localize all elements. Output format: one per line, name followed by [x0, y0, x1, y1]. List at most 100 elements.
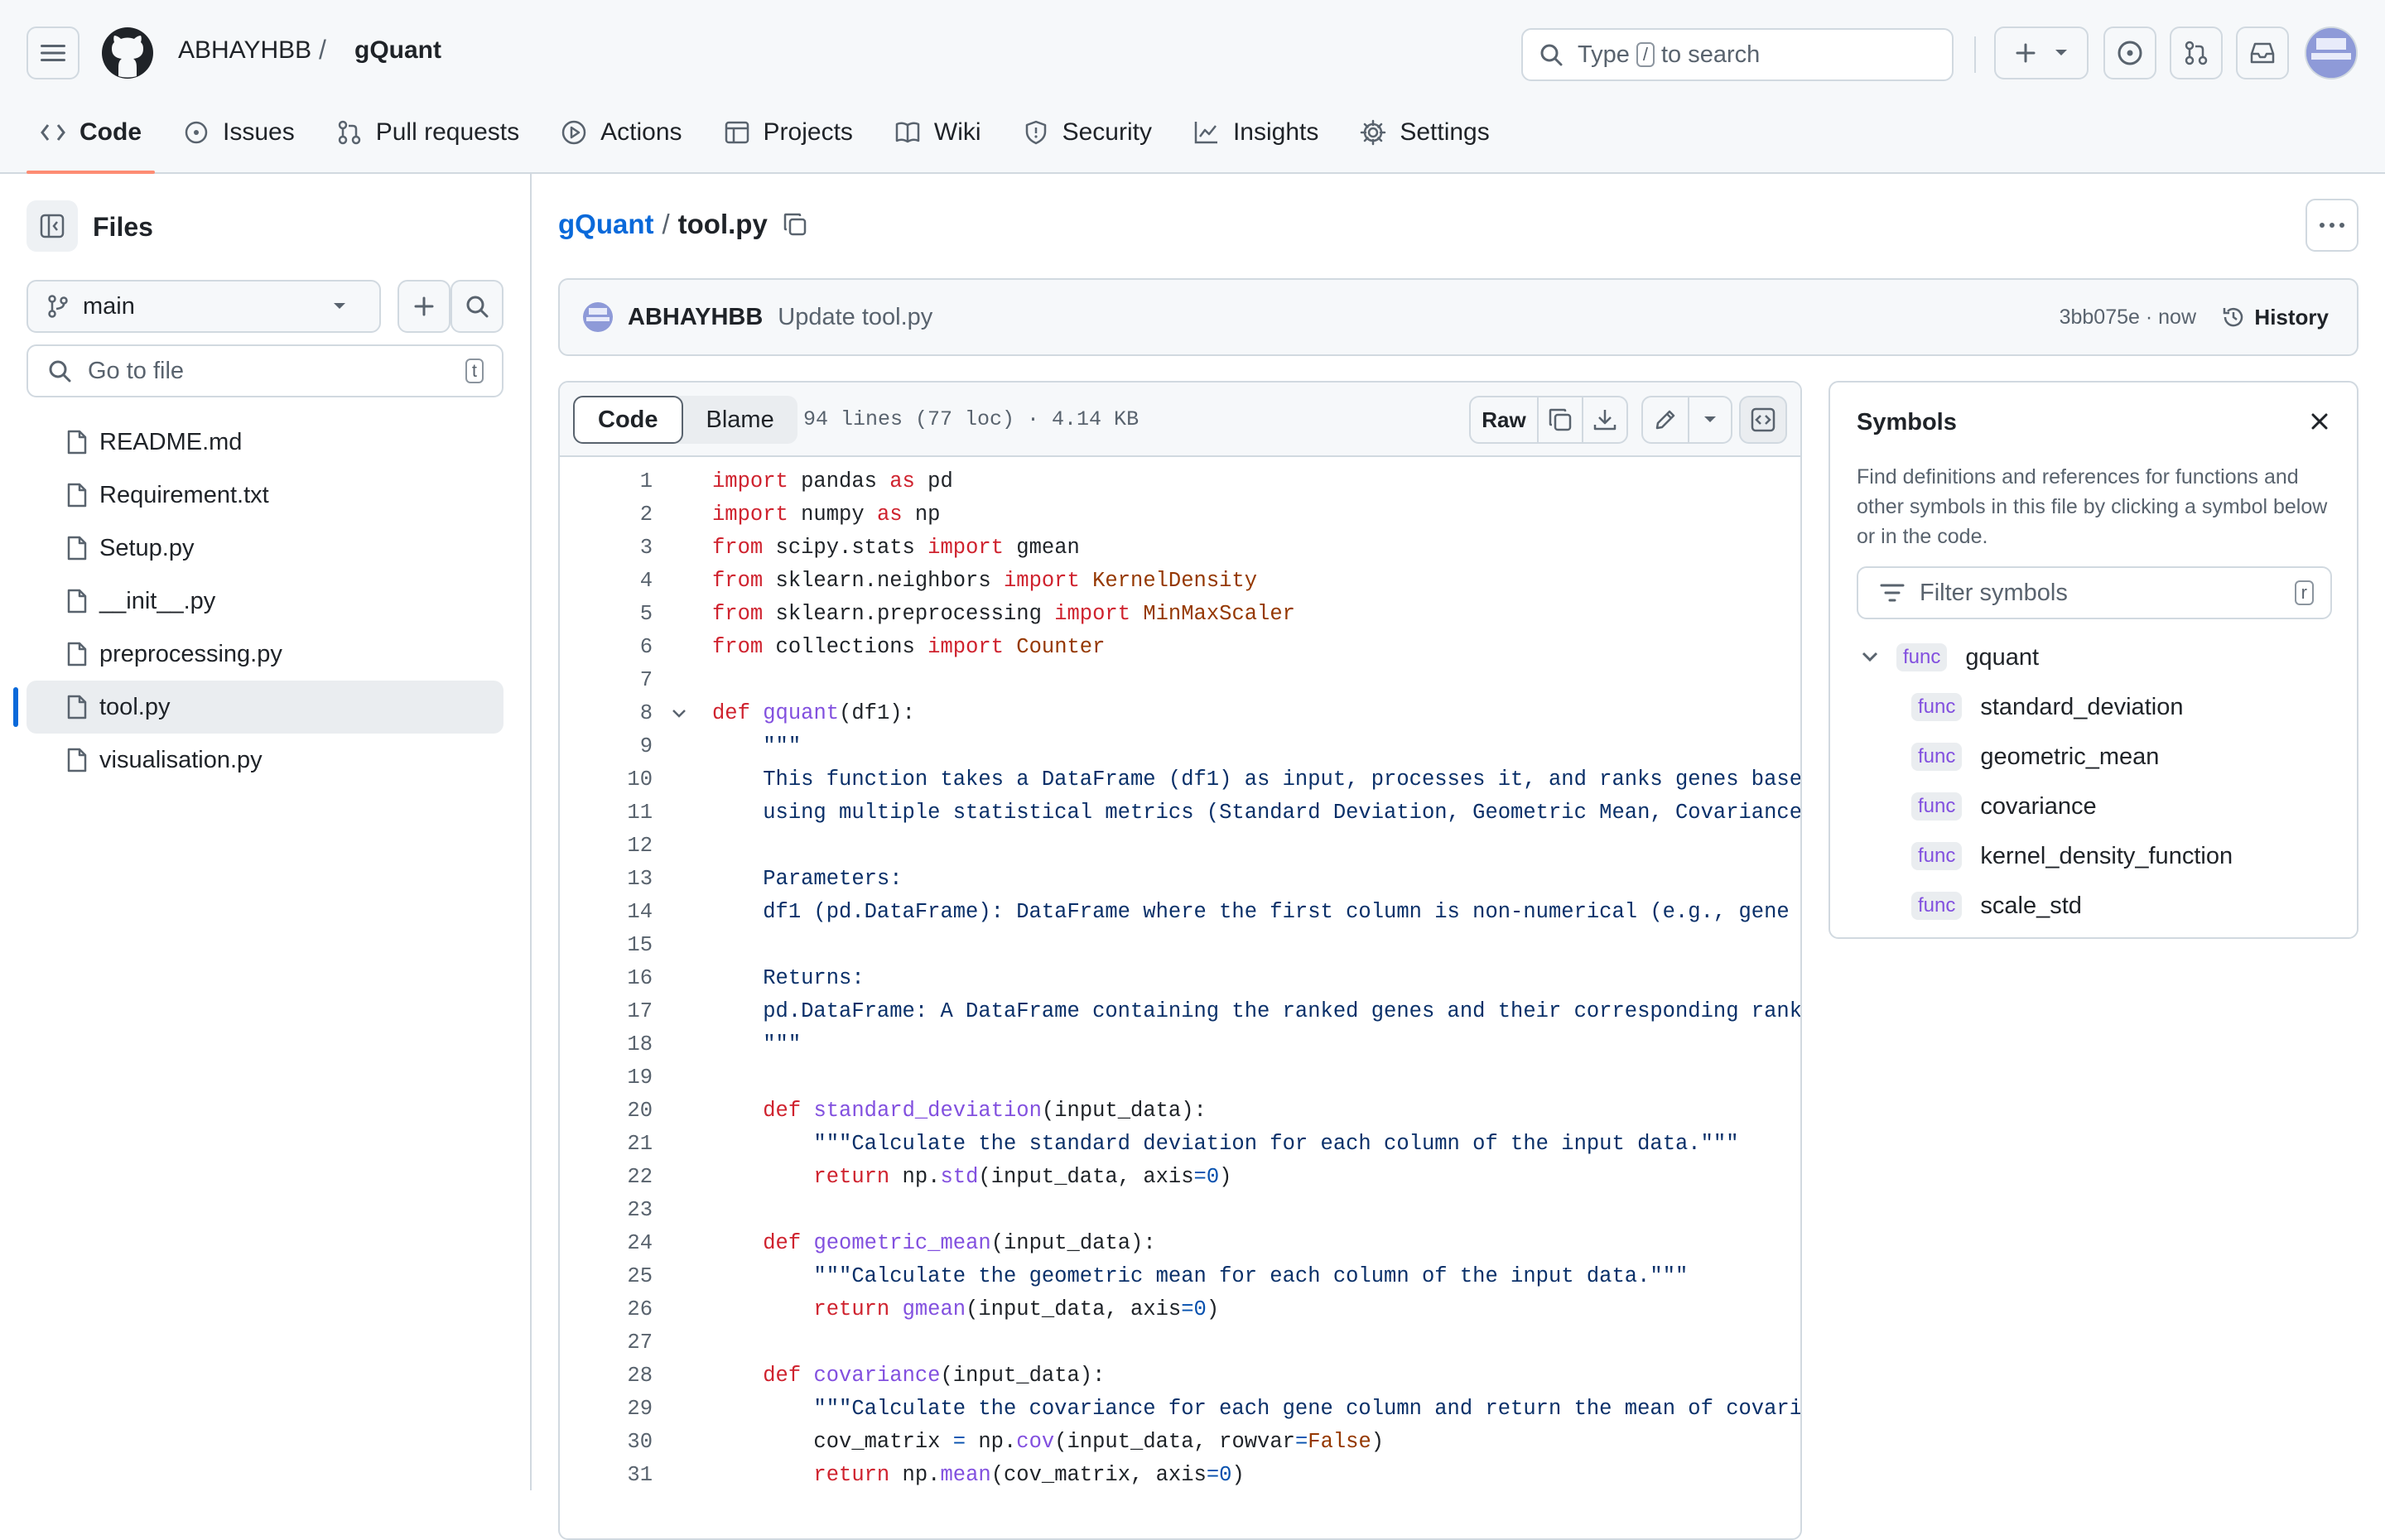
code-line[interactable]: 7: [560, 664, 1800, 697]
more-options-button[interactable]: [2306, 199, 2358, 252]
commit-sha-time[interactable]: 3bb075e · now: [2060, 306, 2196, 330]
line-number[interactable]: 25: [560, 1260, 653, 1293]
line-number[interactable]: 11: [560, 796, 653, 830]
code-line[interactable]: 16 Returns:: [560, 962, 1800, 995]
code-line[interactable]: 9 """: [560, 730, 1800, 763]
code-line[interactable]: 5 from sklearn.preprocessing import MinMa…: [560, 598, 1800, 631]
line-number[interactable]: 26: [560, 1293, 653, 1326]
tab-insights[interactable]: Insights: [1180, 113, 1332, 152]
code-line[interactable]: 26 return gmean(input_data, axis=0): [560, 1293, 1800, 1326]
tab-code[interactable]: Code: [26, 113, 155, 174]
line-number[interactable]: 2: [560, 498, 653, 532]
inbox-button[interactable]: [2236, 26, 2289, 79]
user-avatar[interactable]: [2305, 26, 2358, 79]
code-line[interactable]: 11 using multiple statistical metrics (S…: [560, 796, 1800, 830]
code-line[interactable]: 2 import numpy as np: [560, 498, 1800, 532]
line-number[interactable]: 31: [560, 1459, 653, 1492]
file-tree-item[interactable]: tool.py: [13, 681, 504, 734]
create-new-button[interactable]: [1994, 26, 2089, 79]
code-line[interactable]: 31 return np.mean(cov_matrix, axis=0): [560, 1459, 1800, 1492]
fold-chevron-icon[interactable]: [671, 705, 687, 722]
code-line[interactable]: 1 import pandas as pd: [560, 465, 1800, 498]
line-number[interactable]: 4: [560, 565, 653, 598]
symbol-item[interactable]: func standard_deviation: [1830, 682, 2357, 732]
code-line[interactable]: 10 This function takes a DataFrame (df1)…: [560, 763, 1800, 796]
add-file-button[interactable]: [398, 280, 450, 333]
repo-name-link[interactable]: gQuant: [354, 36, 441, 65]
line-number[interactable]: 5: [560, 598, 653, 631]
line-number[interactable]: 1: [560, 465, 653, 498]
tab-projects[interactable]: Projects: [711, 113, 866, 152]
line-number[interactable]: 3: [560, 532, 653, 565]
commit-author[interactable]: ABHAYHBB: [628, 304, 763, 331]
code-line[interactable]: 21 """Calculate the standard deviation f…: [560, 1128, 1800, 1161]
line-number[interactable]: 19: [560, 1061, 653, 1095]
commit-author-avatar[interactable]: [583, 302, 613, 332]
search-files-button[interactable]: [450, 280, 504, 333]
code-line[interactable]: 30 cov_matrix = np.cov(input_data, rowva…: [560, 1426, 1800, 1459]
blame-view-tab[interactable]: Blame: [683, 396, 797, 444]
code-line[interactable]: 3 from scipy.stats import gmean: [560, 532, 1800, 565]
collapse-sidebar-button[interactable]: [26, 200, 78, 252]
symbol-item[interactable]: func scale_std: [1830, 881, 2357, 931]
line-number[interactable]: 21: [560, 1128, 653, 1161]
line-number[interactable]: 14: [560, 896, 653, 929]
pull-requests-button[interactable]: [2170, 26, 2223, 79]
line-number[interactable]: 29: [560, 1393, 653, 1426]
search-input[interactable]: Type / to search: [1521, 28, 1954, 81]
file-tree-item[interactable]: visualisation.py: [26, 734, 504, 787]
line-number[interactable]: 17: [560, 995, 653, 1028]
symbol-item[interactable]: func geometric_mean: [1830, 732, 2357, 782]
filter-symbols-input[interactable]: Filter symbols r: [1857, 566, 2332, 619]
code-line[interactable]: 18 """: [560, 1028, 1800, 1061]
line-number[interactable]: 9: [560, 730, 653, 763]
code-line[interactable]: 8 def gquant(df1):: [560, 697, 1800, 730]
tab-wiki[interactable]: Wiki: [881, 113, 995, 152]
download-button[interactable]: [1582, 396, 1628, 444]
edit-options-dropdown[interactable]: [1688, 396, 1732, 444]
line-number[interactable]: 18: [560, 1028, 653, 1061]
line-number[interactable]: 8: [560, 697, 653, 730]
line-number[interactable]: 24: [560, 1227, 653, 1260]
issues-button[interactable]: [2103, 26, 2156, 79]
code-line[interactable]: 6 from collections import Counter: [560, 631, 1800, 664]
code-line[interactable]: 13 Parameters:: [560, 863, 1800, 896]
line-number[interactable]: 23: [560, 1194, 653, 1227]
line-number[interactable]: 27: [560, 1326, 653, 1360]
menu-button[interactable]: [26, 26, 80, 79]
code-line[interactable]: 15: [560, 929, 1800, 962]
chevron-down-icon[interactable]: [1862, 652, 1878, 663]
symbol-item[interactable]: func covariance: [1830, 782, 2357, 831]
code-view-tab[interactable]: Code: [573, 396, 683, 444]
line-number[interactable]: 30: [560, 1426, 653, 1459]
go-to-file-input[interactable]: Go to file t: [26, 344, 504, 397]
tab-security[interactable]: Security: [1009, 113, 1165, 152]
tab-pull-requests[interactable]: Pull requests: [323, 113, 532, 152]
file-tree-item[interactable]: README.md: [26, 416, 504, 469]
copy-raw-button[interactable]: [1537, 396, 1583, 444]
line-number[interactable]: 15: [560, 929, 653, 962]
line-number[interactable]: 20: [560, 1095, 653, 1128]
code-line[interactable]: 17 pd.DataFrame: A DataFrame containing …: [560, 995, 1800, 1028]
line-number[interactable]: 13: [560, 863, 653, 896]
code-line[interactable]: 24 def geometric_mean(input_data):: [560, 1227, 1800, 1260]
repo-owner-link[interactable]: ABHAYHBB: [178, 36, 311, 65]
line-number[interactable]: 22: [560, 1161, 653, 1194]
tab-issues[interactable]: Issues: [170, 113, 308, 152]
code-line[interactable]: 20 def standard_deviation(input_data):: [560, 1095, 1800, 1128]
tab-settings[interactable]: Settings: [1347, 113, 1502, 152]
file-tree-item[interactable]: Requirement.txt: [26, 469, 504, 522]
line-number[interactable]: 16: [560, 962, 653, 995]
line-number[interactable]: 7: [560, 664, 653, 697]
code-line[interactable]: 28 def covariance(input_data):: [560, 1360, 1800, 1393]
raw-button[interactable]: Raw: [1469, 396, 1539, 444]
code-line[interactable]: 14 df1 (pd.DataFrame): DataFrame where t…: [560, 896, 1800, 929]
close-icon[interactable]: [2310, 412, 2329, 431]
code-line[interactable]: 29 """Calculate the covariance for each …: [560, 1393, 1800, 1426]
code-line[interactable]: 23: [560, 1194, 1800, 1227]
file-tree-item[interactable]: preprocessing.py: [26, 628, 504, 681]
symbols-panel-toggle[interactable]: [1739, 396, 1787, 444]
branch-selector[interactable]: main: [26, 280, 381, 333]
line-number[interactable]: 6: [560, 631, 653, 664]
breadcrumb-repo-link[interactable]: gQuant: [558, 209, 653, 240]
